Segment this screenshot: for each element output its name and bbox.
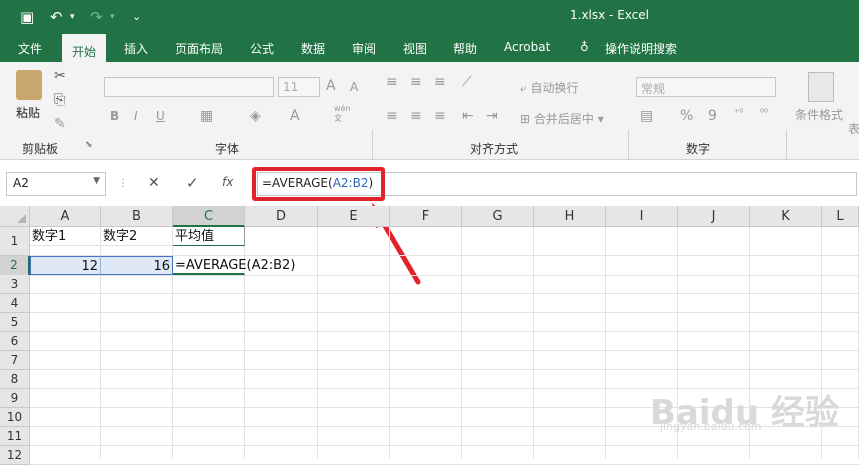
column-header-k[interactable]: K: [750, 206, 822, 227]
watermark-url: jingyan.baidu.com: [660, 420, 762, 433]
row-header-4[interactable]: 4: [0, 294, 30, 313]
row-gridline: [30, 369, 859, 370]
cell-b2[interactable]: 16: [101, 256, 173, 275]
select-all-corner[interactable]: [0, 206, 30, 227]
row-header-6[interactable]: 6: [0, 332, 30, 351]
row-gridline: [30, 312, 859, 313]
column-header-h[interactable]: H: [534, 206, 606, 227]
row-header-8[interactable]: 8: [0, 370, 30, 389]
column-header-e[interactable]: E: [318, 206, 390, 227]
column-header-b[interactable]: B: [101, 206, 173, 227]
row-header-2[interactable]: 2: [0, 256, 30, 276]
row-header-9[interactable]: 9: [0, 389, 30, 408]
column-header-c[interactable]: C: [173, 206, 245, 227]
column-header-l[interactable]: L: [822, 206, 859, 227]
cell-c2[interactable]: =AVERAGE(A2:B2): [173, 256, 295, 275]
column-gridline: [389, 227, 390, 458]
column-gridline: [461, 227, 462, 458]
row-header-5[interactable]: 5: [0, 313, 30, 332]
column-gridline: [317, 227, 318, 458]
row-header-1[interactable]: 1: [0, 227, 30, 256]
column-gridline: [605, 227, 606, 458]
cell-a2[interactable]: 12: [30, 256, 101, 275]
column-header-g[interactable]: G: [462, 206, 534, 227]
row-gridline: [30, 445, 859, 446]
cell-c1[interactable]: 平均值: [173, 227, 245, 246]
column-header-f[interactable]: F: [390, 206, 462, 227]
column-header-d[interactable]: D: [245, 206, 318, 227]
cell-a1[interactable]: 数字1: [30, 227, 101, 246]
column-header-j[interactable]: J: [678, 206, 750, 227]
cell-b1[interactable]: 数字2: [101, 227, 173, 246]
column-gridline: [533, 227, 534, 458]
row-header-12[interactable]: 12: [0, 446, 30, 465]
row-gridline: [30, 350, 859, 351]
row-header-3[interactable]: 3: [0, 275, 30, 294]
column-header-i[interactable]: I: [606, 206, 678, 227]
row-header-11[interactable]: 11: [0, 427, 30, 446]
row-header-10[interactable]: 10: [0, 408, 30, 427]
row-header-7[interactable]: 7: [0, 351, 30, 370]
column-header-a[interactable]: A: [30, 206, 101, 227]
row-gridline: [30, 331, 859, 332]
row-gridline: [30, 293, 859, 294]
